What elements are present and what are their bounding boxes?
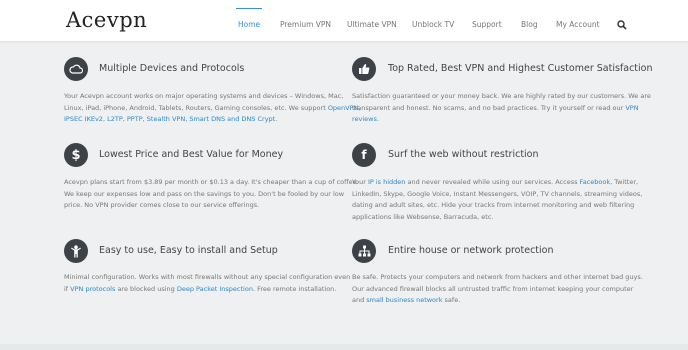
nav-premium-vpn[interactable]: Premium VPN bbox=[280, 20, 331, 29]
text-segment: Minimal configuration. Works with most f… bbox=[64, 273, 351, 281]
logo[interactable]: Acevpn bbox=[66, 8, 147, 32]
feature-title: Easy to use, Easy to install and Setup bbox=[99, 245, 278, 256]
feature-title: Top Rated, Best VPN and Highest Customer… bbox=[388, 63, 653, 74]
text-line: LinkedIn, Skype, Google Voice, Instant M… bbox=[352, 189, 642, 201]
inline-link[interactable]: reviews bbox=[352, 115, 377, 123]
feature-title: Multiple Devices and Protocols bbox=[99, 63, 245, 74]
text-line: Your IP is hidden and never revealed whi… bbox=[352, 177, 642, 189]
text-segment: Your bbox=[352, 178, 368, 186]
text-line: IPSEC IKEv2, L2TP, PPTP, Stealth VPN, Sm… bbox=[64, 114, 360, 126]
feature-text: Minimal configuration. Works with most f… bbox=[64, 272, 350, 295]
text-segment: Your Acevpn account works on major opera… bbox=[64, 92, 344, 100]
text-line: Our advanced firewall blocks all untrust… bbox=[352, 284, 643, 296]
feature-text: Your Acevpn account works on major opera… bbox=[64, 91, 360, 126]
feature-title: Surf the web without restriction bbox=[388, 149, 539, 160]
inline-link[interactable]: small business network bbox=[366, 296, 442, 304]
dollar-icon: $ bbox=[64, 143, 88, 167]
text-line: price. No VPN provider comes close to ou… bbox=[64, 200, 359, 212]
text-line: Your Acevpn account works on major opera… bbox=[64, 91, 360, 103]
feature-text: Be safe. Protects your computers and net… bbox=[352, 272, 643, 307]
text-segment: and never revealed while using our servi… bbox=[405, 178, 580, 186]
nav-my-account[interactable]: My Account bbox=[556, 20, 600, 29]
text-segment: Be safe. Protects your computers and net… bbox=[352, 273, 643, 281]
text-segment: LinkedIn, Skype, Google Voice, Instant M… bbox=[352, 189, 643, 198]
text-segment: price. No VPN provider comes close to ou… bbox=[64, 201, 260, 209]
cloud-icon bbox=[64, 57, 88, 81]
text-segment: Linux, iPad, iPhone, Android, Tablets, R… bbox=[64, 103, 328, 112]
text-segment: and bbox=[352, 296, 367, 304]
text-line: Linux, iPad, iPhone, Android, Tablets, R… bbox=[64, 103, 360, 115]
nav-ultimate-vpn[interactable]: Ultimate VPN bbox=[347, 20, 397, 29]
text-segment: applications like Websense, Barracuda, e… bbox=[352, 212, 494, 221]
text-line: transparent and honest. No scams, and no… bbox=[352, 103, 651, 115]
text-line: and small business network safe. bbox=[352, 295, 643, 307]
thumbs-up-icon bbox=[352, 57, 376, 81]
facebook-icon: f bbox=[352, 143, 376, 167]
person-icon bbox=[64, 239, 88, 263]
text-line: dating and adult sites, etc. Hide your t… bbox=[352, 200, 642, 212]
inline-link[interactable]: PPTP bbox=[127, 115, 143, 123]
feature-title: Entire house or network protection bbox=[388, 245, 554, 256]
text-segment: dating and adult sites, etc. Hide your t… bbox=[352, 201, 635, 209]
inline-link[interactable]: IPSEC IKEv2 bbox=[64, 115, 103, 123]
inline-link[interactable]: Smart DNS and DNS Crypt bbox=[189, 115, 275, 123]
inline-link[interactable]: Stealth VPN bbox=[147, 115, 185, 123]
feature-text: Satisfaction guaranteed or your money ba… bbox=[352, 91, 651, 126]
text-line: Satisfaction guaranteed or your money ba… bbox=[352, 91, 651, 103]
text-segment: , Twitter, bbox=[610, 178, 639, 186]
network-icon bbox=[352, 239, 376, 263]
inline-link[interactable]: VPN bbox=[625, 104, 638, 112]
nav-home[interactable]: Home bbox=[235, 8, 263, 29]
text-segment: . bbox=[275, 115, 278, 123]
inline-link[interactable]: VPN protocols bbox=[70, 285, 115, 293]
site-header: Acevpn Home Premium VPN Ultimate VPN Unb… bbox=[0, 0, 688, 41]
text-segment: . Free remote installation. bbox=[252, 284, 337, 293]
text-line: if VPN protocols are blocked using Deep … bbox=[64, 284, 350, 296]
text-line: Minimal configuration. Works with most f… bbox=[64, 272, 350, 284]
text-line: applications like Websense, Barracuda, e… bbox=[352, 212, 642, 224]
nav-blog[interactable]: Blog bbox=[521, 20, 538, 29]
footer-strip bbox=[0, 344, 688, 350]
text-line: reviews. bbox=[352, 114, 651, 126]
text-line: Acevpn plans start from $3.89 per month … bbox=[64, 177, 359, 189]
text-segment: transparent and honest. No scams, and no… bbox=[352, 103, 626, 112]
text-segment: safe. bbox=[442, 296, 461, 304]
nav-support[interactable]: Support bbox=[472, 20, 502, 29]
feature-text: Your IP is hidden and never revealed whi… bbox=[352, 177, 642, 223]
search-icon[interactable] bbox=[617, 20, 627, 30]
text-line: We keep our expenses low and pass on the… bbox=[64, 189, 359, 201]
text-segment: . bbox=[376, 115, 379, 123]
text-segment: We keep our expenses low and pass on the… bbox=[64, 189, 345, 198]
text-line: Be safe. Protects your computers and net… bbox=[352, 272, 643, 284]
nav-unblock-tv[interactable]: Unblock TV bbox=[412, 20, 454, 29]
text-segment: Our advanced firewall blocks all untrust… bbox=[352, 284, 634, 293]
inline-link[interactable]: Facebook bbox=[580, 178, 611, 186]
inline-link[interactable]: Deep Packet Inspection bbox=[177, 285, 253, 293]
feature-title: Lowest Price and Best Value for Money bbox=[99, 149, 284, 160]
inline-link[interactable]: IP is hidden bbox=[368, 178, 405, 186]
text-segment: Satisfaction guaranteed or your money ba… bbox=[352, 92, 651, 100]
text-segment: Acevpn plans start from $3.89 per month … bbox=[64, 178, 359, 186]
inline-link[interactable]: L2TP bbox=[107, 115, 123, 123]
feature-text: Acevpn plans start from $3.89 per month … bbox=[64, 177, 359, 212]
text-segment: are blocked using bbox=[115, 284, 177, 293]
